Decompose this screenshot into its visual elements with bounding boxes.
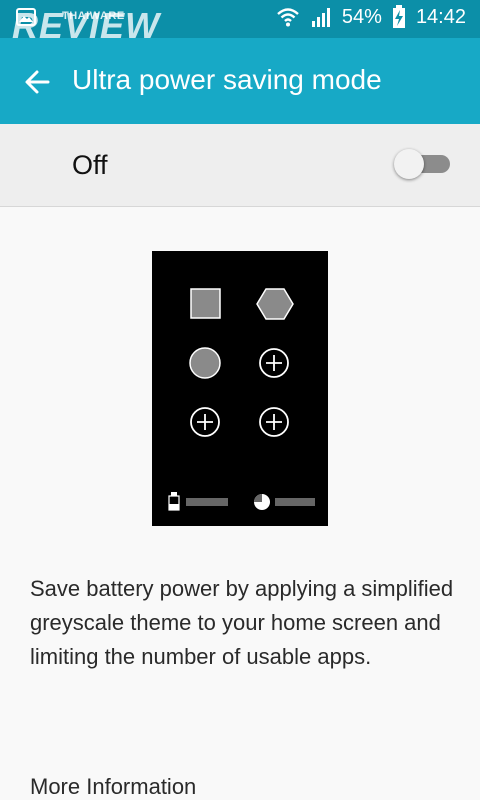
hexagon-app-icon [256,288,294,320]
signal-icon [311,8,330,27]
back-arrow-icon[interactable] [22,67,52,97]
battery-charging-icon [392,5,405,28]
app-bar: Ultra power saving mode [0,38,480,124]
add-app-icon [259,348,289,378]
preview-illustration [168,288,315,511]
page-title: Ultra power saving mode [72,64,382,95]
greyscale-home-preview [152,251,328,526]
switch-thumb [394,149,424,179]
square-app-icon [190,288,221,319]
ultra-power-saving-toggle-row[interactable]: Off [0,124,480,207]
time-bar [275,498,315,506]
status-bar: THAIWARE REVIEW 54% 14:42 [0,0,480,44]
battery-mini-icon [168,492,180,511]
clock: 14:42 [415,5,466,28]
ultra-power-saving-switch[interactable] [394,149,452,179]
battery-percentage: 54% [341,5,382,28]
more-information-link[interactable]: More Information [30,774,196,800]
toggle-state-label: Off [72,150,108,180]
wifi-icon [277,8,299,27]
feature-description: Save battery power by applying a simplif… [30,576,454,669]
status-right: 54% 14:42 [276,5,466,29]
add-app-icon [190,407,220,437]
battery-bar [186,498,228,506]
add-app-icon [259,407,289,437]
circle-app-icon [189,347,221,379]
pie-time-icon [254,494,270,510]
